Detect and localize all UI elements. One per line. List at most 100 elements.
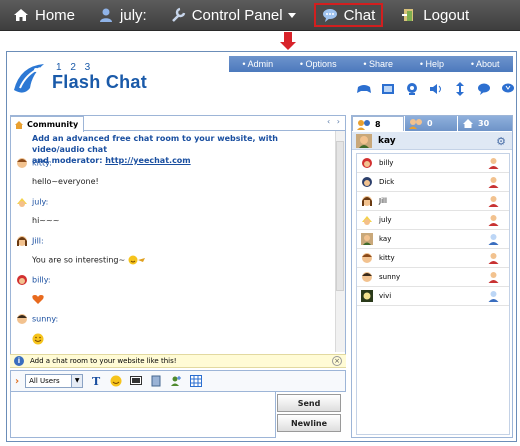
chevron-down-icon: ▼: [71, 375, 83, 387]
close-icon[interactable]: ×: [332, 356, 342, 366]
prompt-arrow-icon: ›: [15, 375, 20, 387]
smile-emoticon-icon: [128, 255, 145, 265]
user-icon: [100, 8, 113, 22]
avatar-july-icon: [17, 198, 27, 207]
scrollbar-thumb[interactable]: [336, 141, 344, 291]
newline-button[interactable]: Newline: [277, 414, 341, 432]
notice-text: Add a chat room to your website like thi…: [30, 357, 177, 365]
nav-user[interactable]: july:: [93, 3, 152, 27]
male-user-icon: [488, 291, 499, 302]
message: Jill: You are so interesting~: [16, 235, 145, 265]
user-list-item[interactable]: Jill: [357, 192, 509, 211]
tab-community[interactable]: Community: [10, 116, 84, 132]
user-list-item[interactable]: kitty: [357, 249, 509, 268]
avatar-jill-icon: [17, 236, 27, 246]
resize-vertical-icon[interactable]: [452, 82, 468, 96]
wrench-icon: [171, 7, 185, 22]
female-user-icon: [488, 215, 499, 226]
message: billy:: [16, 274, 51, 304]
avatar-kitty-icon: [362, 253, 372, 263]
gamepad-icon[interactable]: [356, 82, 372, 96]
home-icon: [14, 9, 28, 21]
logo: 1 2 3 Flash Chat: [8, 58, 188, 102]
heart-emoticon-icon: [32, 295, 44, 304]
current-user-row: kay ⚙: [352, 132, 512, 150]
nav-control-panel-label: Control Panel: [191, 6, 283, 24]
female-user-icon: [488, 196, 499, 207]
logo-title: Flash Chat: [52, 72, 148, 92]
user-list: billy Dick Jill july kay kitty sunny viv…: [356, 153, 510, 435]
font-style-icon[interactable]: T: [89, 374, 103, 388]
menu-admin[interactable]: • Admin: [242, 59, 273, 69]
nav-home-label: Home: [35, 6, 76, 24]
screen-icon[interactable]: [380, 82, 396, 96]
avatar-vivi-icon: [361, 290, 373, 302]
gear-icon[interactable]: ⚙: [496, 135, 506, 148]
webcam-icon[interactable]: [404, 82, 420, 96]
grid-icon[interactable]: [189, 374, 203, 388]
nav-chat[interactable]: Chat: [313, 3, 384, 27]
tab-users-in-room[interactable]: 8: [352, 116, 404, 131]
top-nav-bar: Home july: Control Panel Chat Logout: [0, 0, 520, 31]
intro-message: Add an advanced free chat room to your w…: [32, 134, 279, 165]
users-group-icon: [409, 119, 422, 129]
menu-share[interactable]: • Share: [363, 59, 393, 69]
info-icon: i: [14, 356, 24, 366]
nav-logout[interactable]: Logout: [396, 3, 474, 27]
user-list-item[interactable]: july: [357, 211, 509, 230]
emoticon-icon[interactable]: [109, 374, 123, 388]
current-user-avatar-icon: [356, 133, 372, 148]
file-transfer-icon[interactable]: [149, 374, 163, 388]
app-menu-bar: • Admin • Options • Share • Help • About: [229, 56, 513, 72]
user-list-item[interactable]: vivi: [357, 287, 509, 306]
chat-bubble-icon: [322, 9, 337, 22]
home-tab-icon: [15, 120, 23, 129]
avatar-july-icon: [362, 216, 372, 225]
recipient-select[interactable]: All Users ▼: [25, 374, 84, 388]
message-area: Add an advanced free chat room to your w…: [12, 131, 334, 352]
user-list-item[interactable]: billy: [357, 154, 509, 173]
nav-chat-label: Chat: [343, 6, 376, 24]
avatar-billy-icon: [17, 275, 27, 285]
avatar-dick-icon: [362, 177, 372, 187]
nav-user-label: july:: [120, 6, 147, 24]
users-icon: [357, 119, 370, 130]
input-toolbar: › All Users ▼ T: [10, 370, 346, 392]
logout-icon: [402, 9, 414, 21]
menu-about[interactable]: • About: [471, 59, 500, 69]
volume-icon[interactable]: [428, 82, 444, 96]
tab-rooms[interactable]: 30: [458, 116, 512, 131]
avatar-jill-icon: [362, 196, 372, 206]
invite-user-icon[interactable]: [169, 374, 183, 388]
avatar-kitty-icon: [17, 158, 27, 168]
chat-settings-icon[interactable]: [476, 82, 492, 96]
male-user-icon: [488, 234, 499, 245]
user-list-item[interactable]: Dick: [357, 173, 509, 192]
user-list-item[interactable]: kay: [357, 230, 509, 249]
home-icon: [463, 119, 473, 128]
send-button[interactable]: Send: [277, 394, 341, 412]
message: kitty: hello~everyone!: [16, 157, 99, 186]
avatar-kay-icon: [361, 233, 373, 245]
pointer-arrow-head: [280, 42, 296, 50]
notice-bar: i Add a chat room to your website like t…: [10, 354, 346, 368]
menu-help[interactable]: • Help: [420, 59, 444, 69]
tab-scroll-arrows[interactable]: ‹ ›: [327, 117, 342, 126]
intro-link[interactable]: http://yeechat.com: [105, 156, 190, 165]
minimize-icon[interactable]: [500, 82, 516, 96]
male-user-icon: [488, 177, 499, 188]
nav-control-panel[interactable]: Control Panel: [165, 3, 301, 27]
message-input[interactable]: [10, 392, 276, 438]
message: july: hi~~~: [16, 196, 59, 225]
message: sunny:: [16, 313, 58, 345]
nav-logout-label: Logout: [423, 6, 470, 24]
screen-share-icon[interactable]: [129, 374, 143, 388]
menu-options[interactable]: • Options: [300, 59, 337, 69]
tab-users-watching[interactable]: 0: [405, 116, 457, 131]
user-list-item[interactable]: sunny: [357, 268, 509, 287]
avatar-sunny-icon: [17, 314, 27, 324]
avatar-billy-icon: [362, 158, 372, 168]
nav-home[interactable]: Home: [8, 3, 80, 27]
tab-community-label: Community: [27, 120, 79, 129]
grin-emoticon-icon: [32, 333, 44, 345]
